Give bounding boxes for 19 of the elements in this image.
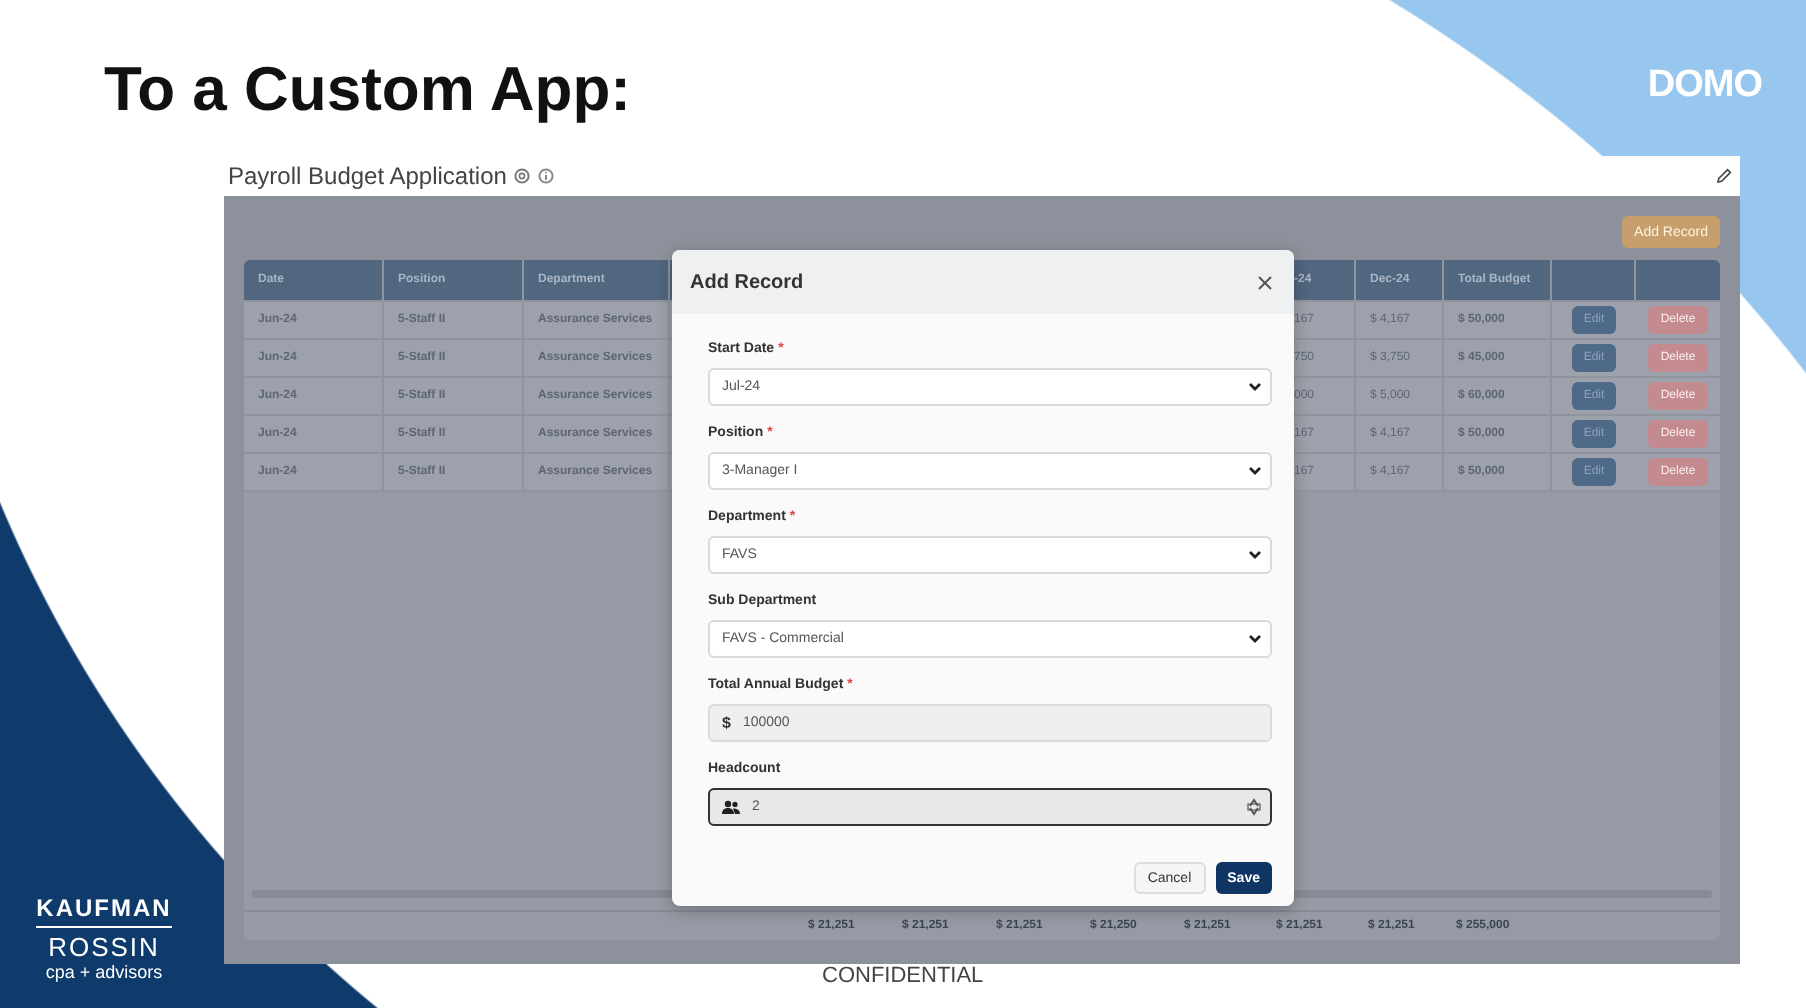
people-icon: [722, 800, 740, 814]
pencil-icon[interactable]: [1716, 168, 1732, 184]
currency-sign: $: [722, 714, 731, 732]
close-button[interactable]: [1256, 273, 1274, 291]
slide-title: To a Custom App:: [104, 56, 631, 124]
badge-icon: [514, 168, 531, 184]
logo: ROSSIN: [48, 932, 160, 962]
info-icon[interactable]: [538, 168, 555, 184]
chevron-down-icon: [1248, 634, 1262, 644]
app-title: Payroll Budget Application: [228, 162, 507, 190]
chevron-down-icon: [1248, 382, 1262, 392]
chevron-down-icon: [1248, 466, 1262, 476]
confidential-label: CONFIDENTIAL: [822, 964, 984, 988]
dialog-title: Add Record: [690, 271, 804, 293]
logo: KAUFMAN: [36, 894, 172, 928]
logo-tagline: cpa + advisors: [45, 962, 163, 982]
chevron-down-icon: [1248, 550, 1262, 560]
spinner-icon[interactable]: [1246, 798, 1262, 816]
logo: DOMO: [1647, 64, 1762, 108]
